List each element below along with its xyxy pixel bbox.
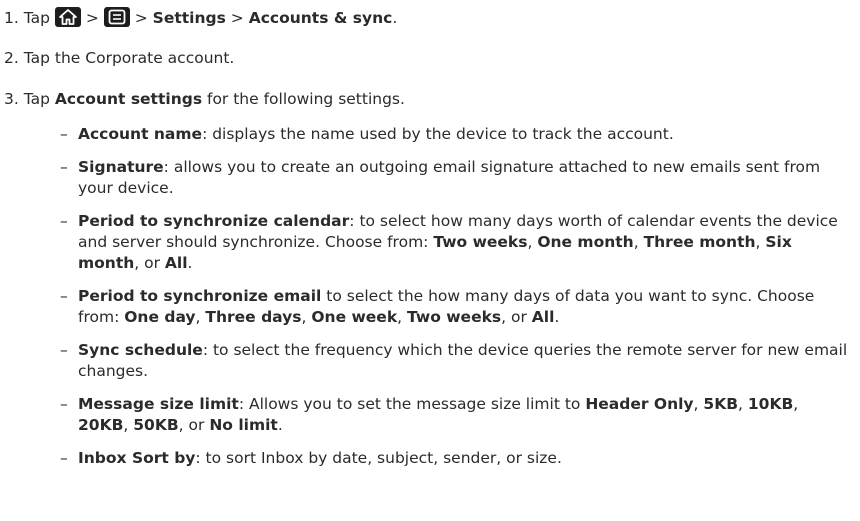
bullet-term: Header Only bbox=[585, 395, 694, 413]
menu-icon bbox=[103, 7, 130, 27]
bullet-item: – Signature: allows you to create an outg… bbox=[60, 157, 850, 199]
bullet-text: , or bbox=[501, 308, 532, 326]
step-3-tap: Tap bbox=[23, 90, 50, 108]
bullet-text: , bbox=[693, 395, 704, 413]
bullet-text: , bbox=[195, 308, 206, 326]
bullet-term: Period to synchronize calendar bbox=[78, 212, 350, 230]
bullet-term: All bbox=[164, 254, 188, 272]
step-1-tap: Tap bbox=[23, 9, 50, 27]
step-1: 1. Tap > > Settings > Accounts & sync. bbox=[4, 7, 397, 28]
step-2-number: 2. bbox=[4, 49, 19, 67]
step-2: 2. Tap the Corporate account. bbox=[4, 48, 234, 68]
bullet-text: . bbox=[554, 308, 560, 326]
step-1-settings: Settings bbox=[152, 9, 226, 27]
step-2-text: Tap the Corporate account. bbox=[23, 49, 235, 67]
step-1-number: 1. bbox=[4, 9, 19, 27]
bullet-dash: – bbox=[60, 158, 68, 176]
bullet-text: , bbox=[633, 233, 644, 251]
bullet-item: – Inbox Sort by: to sort Inbox by date, s… bbox=[60, 448, 850, 469]
step-1-separator-a: > bbox=[85, 9, 99, 27]
step-3-account-settings: Account settings bbox=[54, 90, 203, 108]
bullet-term: 50KB bbox=[133, 416, 179, 434]
bullet-term: No limit bbox=[209, 416, 278, 434]
bullet-term: 5KB bbox=[703, 395, 739, 413]
bullet-item: – Message size limit: Allows you to set t… bbox=[60, 394, 850, 436]
bullet-text: : allows you to create an outgoing email… bbox=[78, 158, 821, 197]
bullet-dash: – bbox=[60, 341, 68, 359]
step-3-rest: for the following settings. bbox=[206, 90, 405, 108]
bullet-text: , bbox=[123, 416, 134, 434]
bullet-term: Three month bbox=[643, 233, 756, 251]
bullet-text: , bbox=[527, 233, 538, 251]
bullet-text: . bbox=[277, 416, 283, 434]
bullet-term: One day bbox=[124, 308, 196, 326]
bullet-text: , bbox=[793, 395, 799, 413]
step-1-separator-c: > bbox=[230, 9, 244, 27]
bullet-item: – Period to synchronize calendar: to sele… bbox=[60, 211, 850, 274]
bullet-text: , or bbox=[134, 254, 165, 272]
bullet-term: 20KB bbox=[78, 416, 124, 434]
settings-bullet-list: – Account name: displays the name used by… bbox=[60, 124, 850, 481]
step-3-number: 3. bbox=[4, 90, 19, 108]
bullet-term: Two weeks bbox=[407, 308, 502, 326]
bullet-text: : to sort Inbox by date, subject, sender… bbox=[195, 449, 562, 467]
bullet-text: , bbox=[738, 395, 748, 413]
home-icon bbox=[54, 7, 81, 27]
bullet-term: Three days bbox=[205, 308, 302, 326]
bullet-dash: – bbox=[60, 287, 68, 305]
step-3: 3. Tap Account settings for the followin… bbox=[4, 89, 405, 109]
bullet-term: One week bbox=[311, 308, 398, 326]
bullet-text: , bbox=[755, 233, 766, 251]
bullet-dash: – bbox=[60, 212, 68, 230]
step-1-period: . bbox=[392, 9, 398, 27]
bullet-term: Sync schedule bbox=[78, 341, 203, 359]
bullet-term: One month bbox=[537, 233, 634, 251]
bullet-term: Account name bbox=[78, 125, 203, 143]
bullet-term: All bbox=[531, 308, 555, 326]
bullet-item: – Account name: displays the name used by… bbox=[60, 124, 850, 145]
bullet-dash: – bbox=[60, 449, 68, 467]
bullet-term: Signature bbox=[78, 158, 164, 176]
step-1-accounts-sync: Accounts & sync bbox=[248, 9, 393, 27]
bullet-term: Two weeks bbox=[433, 233, 528, 251]
bullet-term: Message size limit bbox=[78, 395, 239, 413]
bullet-term: Inbox Sort by bbox=[78, 449, 196, 467]
bullet-item: – Sync schedule: to select the frequency … bbox=[60, 340, 850, 382]
bullet-term: 10KB bbox=[747, 395, 794, 413]
bullet-text: : displays the name used by the device t… bbox=[202, 125, 674, 143]
bullet-text: , bbox=[301, 308, 312, 326]
bullet-text: . bbox=[187, 254, 193, 272]
bullet-dash: – bbox=[60, 395, 68, 413]
bullet-text: , or bbox=[178, 416, 210, 434]
bullet-item: – Period to synchronize email to select t… bbox=[60, 286, 850, 328]
instruction-page: 1. Tap > > Settings > Accounts & sync. 2… bbox=[0, 0, 860, 521]
step-1-separator-b: > bbox=[134, 9, 148, 27]
bullet-text: , bbox=[397, 308, 407, 326]
bullet-dash: – bbox=[60, 125, 68, 143]
bullet-text: : Allows you to set the message size lim… bbox=[238, 395, 586, 413]
bullet-term: Period to synchronize email bbox=[78, 287, 322, 305]
